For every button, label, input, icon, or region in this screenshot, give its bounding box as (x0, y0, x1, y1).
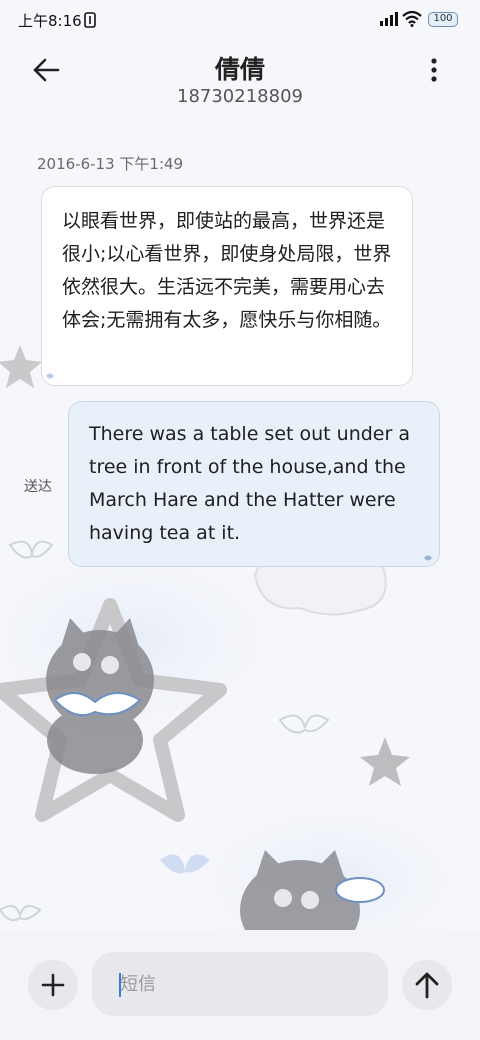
outgoing-message-bubble[interactable]: There was a table set out under a tree i… (68, 401, 440, 567)
message-input[interactable] (92, 952, 388, 1016)
send-button[interactable] (402, 960, 452, 1010)
message-composer (0, 930, 480, 1040)
text-cursor (119, 973, 121, 997)
bubble-corner-icon-out (424, 555, 432, 561)
nfc-icon (84, 12, 96, 28)
incoming-message-text: 以眼看世界，即使站的最高，世界还是很小;以心看世界，即使身处局限，世界依然很大。… (62, 210, 392, 331)
cat-decoration (46, 618, 154, 774)
star-outline-decoration (0, 598, 227, 822)
contact-phone-number: 18730218809 (177, 86, 303, 107)
arrow-up-icon (415, 972, 439, 999)
star-decoration-right (360, 737, 410, 786)
more-options-button[interactable] (418, 54, 450, 86)
more-vertical-icon (431, 58, 437, 82)
conversation-header: 倩倩 18730218809 (0, 40, 480, 120)
star-decoration (0, 345, 42, 388)
outgoing-message-text: There was a table set out under a tree i… (89, 423, 410, 544)
plus-icon (41, 973, 65, 997)
add-attachment-button[interactable] (28, 960, 78, 1010)
incoming-message-bubble[interactable]: 以眼看世界，即使站的最高，世界还是很小;以心看世界，即使身处局限，世界依然很大。… (41, 186, 413, 386)
delivery-status: 送达 (24, 479, 52, 495)
battery-indicator: 100 (428, 12, 458, 27)
wifi-icon (402, 11, 422, 27)
message-timestamp: 2016-6-13 下午1:49 (37, 155, 184, 173)
status-time: 上午8:16 (18, 12, 82, 30)
status-bar: 上午8:16 100 (0, 0, 480, 40)
contact-name: 倩倩 (214, 55, 265, 84)
bubble-corner-icon (46, 373, 54, 379)
signal-icon (380, 12, 398, 26)
